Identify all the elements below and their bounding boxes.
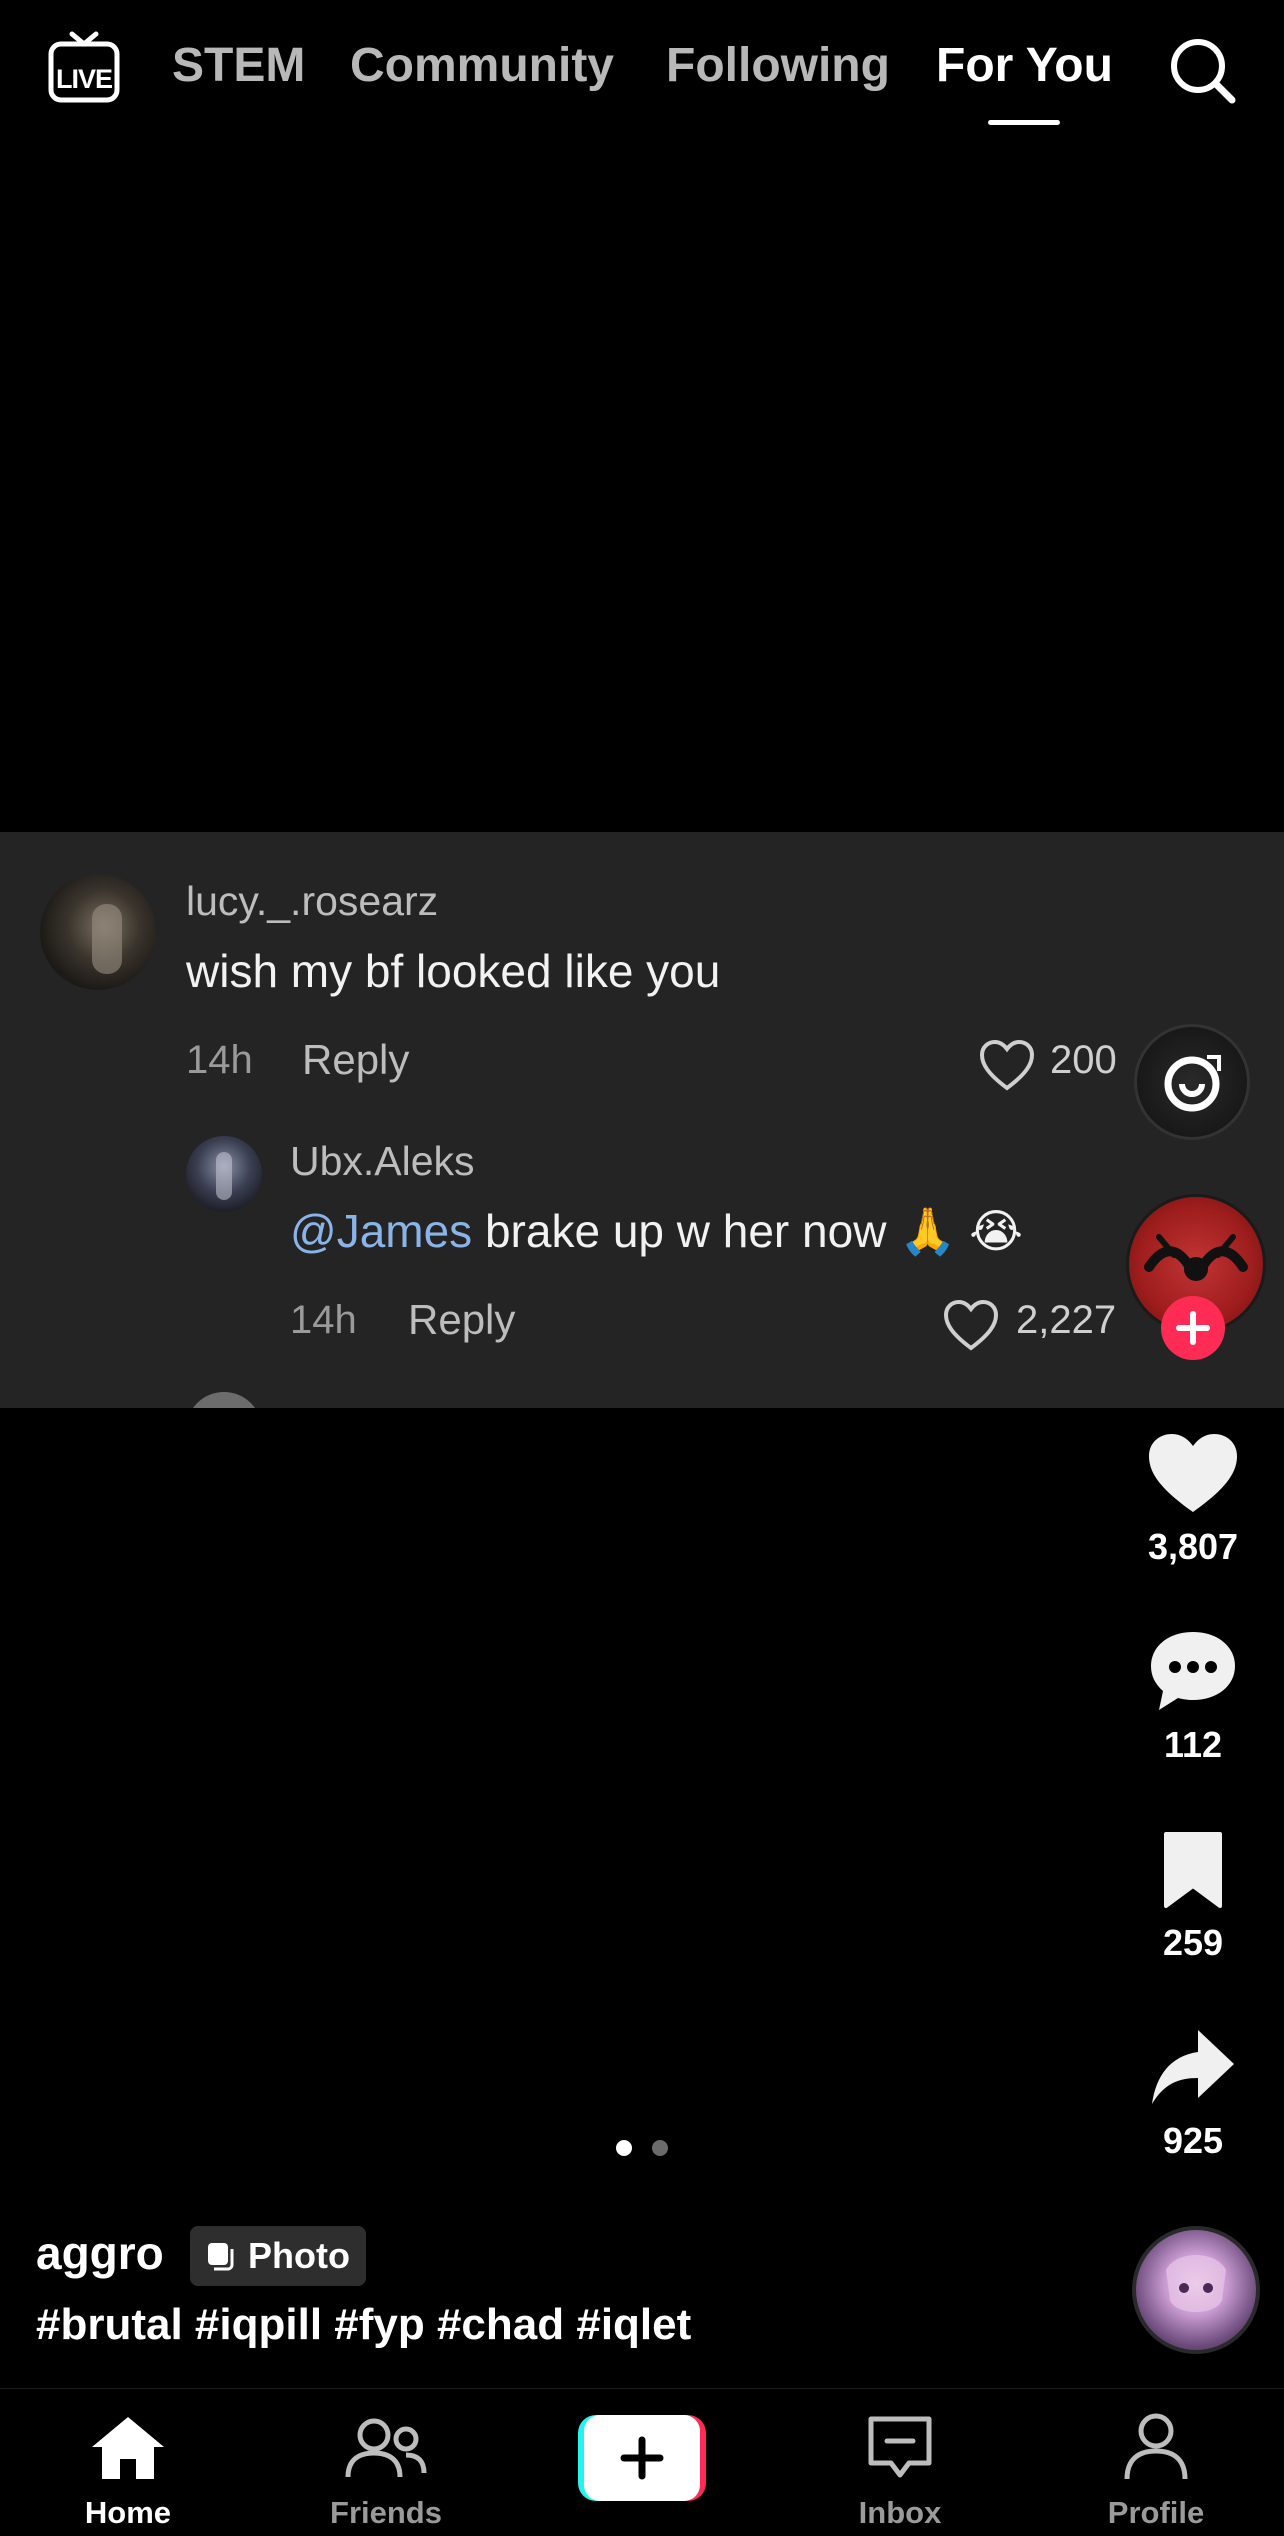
share-count: 925	[1162, 2120, 1224, 2161]
nav-home[interactable]: Home	[48, 2389, 208, 2536]
reply-reply-button: Reply	[408, 1296, 516, 1343]
reply-time: 14h	[290, 1298, 357, 1342]
reply-text: @James brake up w her now 🙏 😭	[290, 1204, 1023, 1259]
comment-time: 14h	[186, 1038, 253, 1082]
follow-plus-button[interactable]	[1161, 1296, 1225, 1360]
nav-profile-label: Profile	[1107, 2495, 1205, 2530]
nav-home-label: Home	[84, 2495, 172, 2530]
tab-following[interactable]: Following	[666, 38, 890, 93]
post-hashtags[interactable]: #brutal #iqpill #fyp #chad #iqlet	[36, 2300, 691, 2350]
top-nav: LIVE STEM Community Following For You	[0, 0, 1284, 140]
inbox-icon	[868, 2416, 932, 2478]
nav-friends-label: Friends	[330, 2495, 442, 2530]
photo-badge-label: Photo	[248, 2235, 350, 2276]
tab-stem[interactable]: STEM	[172, 38, 305, 93]
photo-badge: Photo	[190, 2226, 366, 2286]
photo-stack-icon	[208, 2243, 234, 2271]
active-tab-indicator	[988, 120, 1060, 125]
like-count: 3,807	[1147, 1526, 1239, 1567]
comment-username: lucy._.rosearz	[186, 878, 439, 924]
profile-icon	[1124, 2413, 1188, 2480]
reply-mention: @James	[290, 1205, 473, 1257]
comment-like-count: 200	[1050, 1038, 1117, 1082]
share-button[interactable]	[1128, 2026, 1258, 2110]
bottom-nav: Home Friends Inbox Profile	[0, 2388, 1284, 2536]
create-button[interactable]	[562, 2389, 722, 2536]
friends-icon	[345, 2418, 427, 2478]
reply-username: Ubx.Aleks	[290, 1138, 475, 1184]
bookmark-count: 259	[1162, 1922, 1224, 1963]
tab-for-you[interactable]: For You	[936, 38, 1113, 93]
bookmark-icon	[1164, 1832, 1222, 1908]
heart-outline-icon	[943, 1299, 999, 1351]
nav-profile[interactable]: Profile	[1076, 2389, 1236, 2536]
heart-outline-icon	[979, 1039, 1035, 1091]
nav-friends[interactable]: Friends	[306, 2389, 466, 2536]
comment-bubble-icon	[1151, 1632, 1235, 1710]
comment-reply-button: Reply	[302, 1036, 410, 1083]
live-icon-label: LIVE	[55, 64, 113, 94]
like-button[interactable]	[1128, 1430, 1258, 1516]
comment-button[interactable]	[1128, 1628, 1258, 1714]
post-author[interactable]: aggro	[36, 2226, 164, 2280]
search-icon[interactable]	[1166, 34, 1238, 106]
effect-icon[interactable]	[1134, 1024, 1250, 1140]
commenter-avatar	[40, 874, 156, 990]
sound-disc[interactable]	[1132, 2226, 1260, 2354]
comment-screenshot: lucy._.rosearz wish my bf looked like yo…	[0, 832, 1284, 1408]
home-icon	[92, 2417, 164, 2479]
nav-inbox[interactable]: Inbox	[820, 2389, 980, 2536]
heart-icon	[1149, 1434, 1237, 1512]
comment-count: 112	[1163, 1724, 1223, 1765]
comment-text: wish my bf looked like you	[186, 945, 721, 997]
next-comment-avatar	[186, 1392, 262, 1408]
reply-body: brake up w her now 🙏 😭	[472, 1205, 1023, 1257]
reply-like-count: 2,227	[1016, 1298, 1117, 1342]
carousel-dot	[652, 2140, 668, 2156]
share-arrow-icon	[1152, 2030, 1234, 2104]
nav-inbox-label: Inbox	[858, 2495, 942, 2530]
carousel-dot-active	[616, 2140, 632, 2156]
reply-avatar	[186, 1136, 262, 1212]
plus-icon	[620, 2436, 664, 2480]
bookmark-button[interactable]	[1128, 1830, 1258, 1910]
tab-community[interactable]: Community	[350, 38, 614, 93]
live-icon[interactable]: LIVE	[46, 30, 122, 106]
